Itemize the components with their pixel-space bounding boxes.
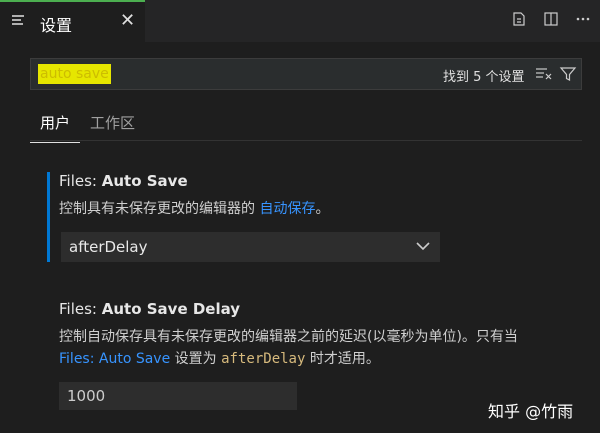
files-auto-save-link[interactable]: Files: Auto Save <box>59 351 170 367</box>
auto-save-select[interactable]: afterDelay <box>61 232 440 262</box>
close-icon[interactable]: ✕ <box>120 11 135 31</box>
open-json-icon[interactable] <box>510 10 528 28</box>
scope-tabs: 用户 工作区 <box>29 108 582 143</box>
setting-description: 控制自动保存具有未保存更改的编辑器之前的延迟(以毫秒为单位)。只有当 Files… <box>59 326 599 370</box>
split-editor-icon[interactable] <box>542 10 560 28</box>
tab-user[interactable]: 用户 <box>29 112 81 143</box>
setting-title: Files: Auto Save <box>59 172 450 190</box>
settings-search[interactable]: auto save 找到 5 个设置 <box>30 58 582 90</box>
clear-filter-icon[interactable] <box>535 66 553 82</box>
more-actions-icon[interactable] <box>574 10 592 28</box>
setting-category: Files: <box>59 300 97 318</box>
select-value: afterDelay <box>69 238 148 256</box>
code-value: afterDelay <box>221 351 306 367</box>
setting-title: Files: Auto Save Delay <box>59 300 599 318</box>
search-input[interactable]: auto save <box>38 64 111 84</box>
setting-auto-save-delay: Files: Auto Save Delay 控制自动保存具有未保存更改的编辑器… <box>59 300 599 410</box>
desc-text: 控制自动保存具有未保存更改的编辑器之前的延迟(以毫秒为单位)。只有当 <box>59 329 518 345</box>
editor-actions <box>510 10 592 28</box>
tab-settings[interactable]: 设置 ✕ <box>0 0 145 42</box>
setting-description: 控制具有未保存更改的编辑器的 自动保存。 <box>59 198 450 220</box>
desc-text: 。 <box>315 201 330 217</box>
tab-label: 设置 <box>40 16 73 35</box>
watermark: 知乎 @竹雨 <box>488 402 574 421</box>
desc-text: 控制具有未保存更改的编辑器的 <box>59 201 260 217</box>
tab-bar: 设置 ✕ <box>0 0 600 42</box>
auto-save-link[interactable]: 自动保存 <box>259 201 315 217</box>
settings-list-icon <box>12 15 24 25</box>
desc-text: 时才适用。 <box>305 351 380 367</box>
chevron-down-icon <box>416 242 430 251</box>
setting-name: Auto Save <box>101 172 188 190</box>
desc-text: 设置为 <box>170 351 222 367</box>
setting-category: Files: <box>59 172 97 190</box>
setting-name: Auto Save Delay <box>101 300 241 318</box>
tab-workspace[interactable]: 工作区 <box>90 112 135 133</box>
search-result-count: 找到 5 个设置 <box>443 70 525 85</box>
filter-icon[interactable] <box>559 65 577 83</box>
setting-auto-save: Files: Auto Save 控制具有未保存更改的编辑器的 自动保存。 af… <box>47 172 450 262</box>
delay-input[interactable]: 1000 <box>59 382 297 410</box>
